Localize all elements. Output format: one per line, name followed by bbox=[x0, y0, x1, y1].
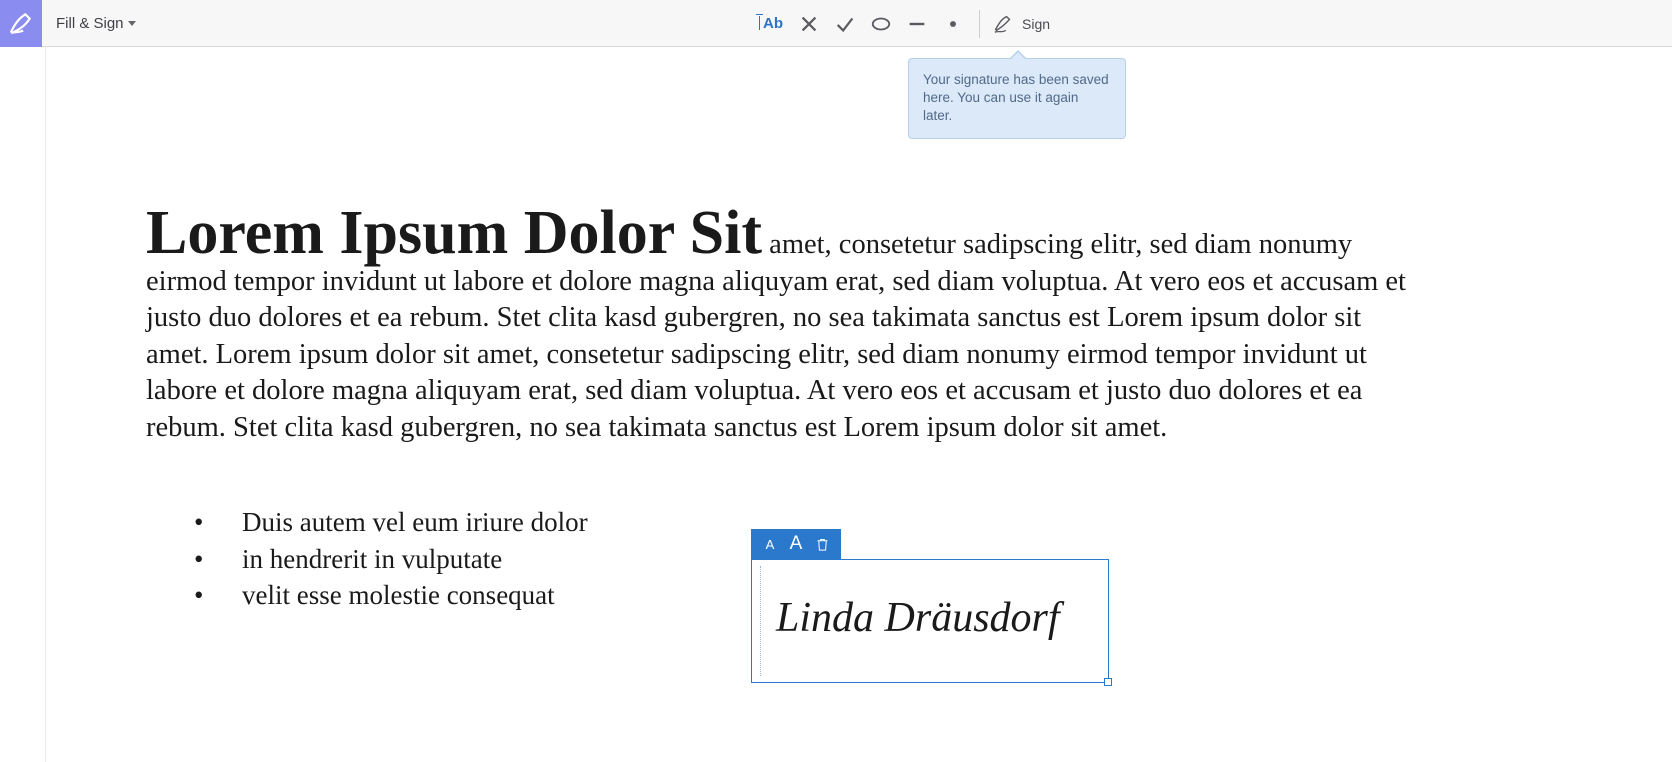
fill-sign-app-icon[interactable] bbox=[0, 0, 42, 47]
document-heading: Lorem Ipsum Dolor Sit bbox=[146, 199, 762, 267]
check-icon bbox=[834, 13, 856, 35]
dot-tool[interactable] bbox=[935, 6, 971, 42]
signature-box[interactable]: Linda Dräusdorf bbox=[751, 559, 1109, 683]
delete-signature-button[interactable] bbox=[809, 531, 835, 557]
signature-text: Linda Dräusdorf bbox=[776, 594, 1060, 642]
decrease-size-button[interactable]: A bbox=[757, 531, 783, 557]
oval-tool[interactable] bbox=[863, 6, 899, 42]
dot-icon bbox=[942, 13, 964, 35]
fill-sign-menu-label: Fill & Sign bbox=[56, 15, 124, 32]
signature-caret bbox=[760, 566, 761, 676]
toolbar-separator bbox=[979, 10, 980, 38]
oval-icon bbox=[870, 13, 892, 35]
line-icon bbox=[906, 13, 928, 35]
signature-toolbar: A A bbox=[751, 529, 841, 559]
pen-icon bbox=[8, 10, 34, 36]
tooltip-text: Your signature has been saved here. You … bbox=[923, 72, 1109, 123]
text-tool[interactable]: Ab bbox=[755, 6, 791, 42]
check-tool[interactable] bbox=[827, 6, 863, 42]
ab-icon: Ab bbox=[763, 15, 783, 32]
cross-tool[interactable] bbox=[791, 6, 827, 42]
fill-sign-menu[interactable]: Fill & Sign bbox=[56, 15, 136, 32]
resize-handle[interactable] bbox=[1104, 678, 1112, 686]
x-icon bbox=[798, 13, 820, 35]
annotation-tools: Ab Sign bbox=[755, 0, 1050, 47]
sign-button[interactable]: Sign bbox=[988, 6, 1050, 42]
signature-icon bbox=[992, 13, 1014, 35]
signature-saved-tooltip: Your signature has been saved here. You … bbox=[908, 58, 1126, 139]
line-tool[interactable] bbox=[899, 6, 935, 42]
sign-label: Sign bbox=[1022, 16, 1050, 32]
caret-down-icon bbox=[128, 21, 136, 26]
fill-sign-toolbar: Fill & Sign Ab Si bbox=[0, 0, 1672, 47]
signature-field[interactable]: A A Linda Dräusdorf bbox=[751, 529, 1111, 683]
increase-size-button[interactable]: A bbox=[783, 531, 809, 557]
trash-icon bbox=[815, 537, 830, 552]
